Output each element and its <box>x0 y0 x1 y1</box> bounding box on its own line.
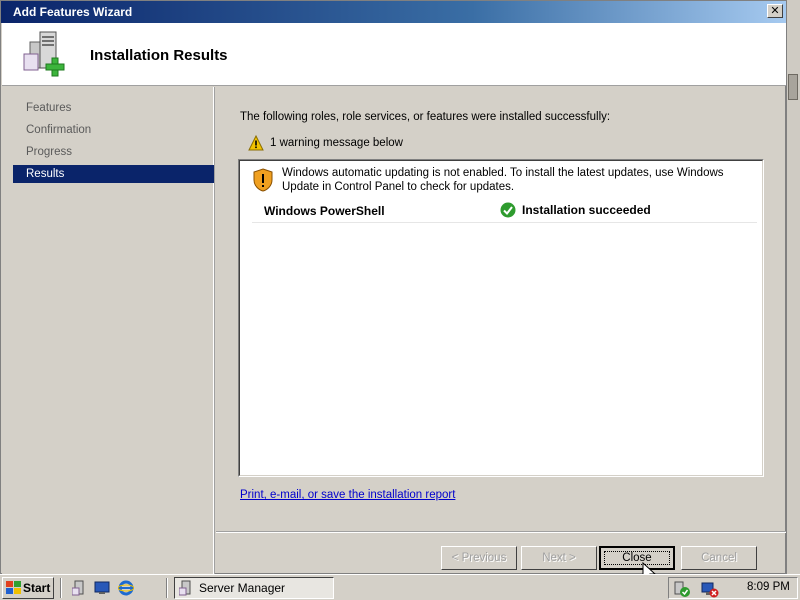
taskbar: Start Server Manager 8:09 PM <box>0 574 800 600</box>
close-button[interactable]: Close <box>599 546 675 570</box>
windows-logo-icon <box>6 581 21 594</box>
start-button[interactable]: Start <box>2 577 54 599</box>
shield-warning-icon <box>253 168 273 192</box>
task-label: Server Manager <box>199 581 286 595</box>
wizard-steps-sidebar: Features Confirmation Progress Results <box>2 87 215 574</box>
success-check-icon <box>500 202 516 218</box>
window-close-button[interactable]: ✕ <box>767 4 783 18</box>
server-manager-quicklaunch-icon[interactable] <box>72 580 88 596</box>
feature-result-row: Windows PowerShell Installation succeede… <box>252 201 757 223</box>
nav-step-confirmation[interactable]: Confirmation <box>13 121 215 139</box>
feature-status: Installation succeeded <box>500 202 651 218</box>
network-tray-icon[interactable] <box>701 580 719 598</box>
next-button[interactable]: Next > <box>521 546 597 570</box>
server-add-icon <box>23 31 65 77</box>
background-scrollbar-thumb[interactable] <box>788 74 798 100</box>
title-bar[interactable]: Add Features Wizard ✕ <box>1 1 786 23</box>
show-desktop-icon[interactable] <box>94 580 110 596</box>
nav-step-results[interactable]: Results <box>13 165 215 183</box>
security-shield-tray-icon[interactable] <box>673 580 691 598</box>
intro-text: The following roles, role services, or f… <box>240 111 611 123</box>
taskbar-server-manager[interactable]: Server Manager <box>174 577 334 599</box>
nav-step-features[interactable]: Features <box>13 99 215 117</box>
taskbar-separator <box>166 578 168 598</box>
results-content: The following roles, role services, or f… <box>216 87 786 532</box>
warning-icon <box>248 135 264 151</box>
warning-message-text: Windows automatic updating is not enable… <box>282 167 724 193</box>
clock[interactable]: 8:09 PM <box>747 581 790 593</box>
wizard-header: Installation Results <box>2 23 786 86</box>
window-title: Add Features Wizard <box>13 5 133 19</box>
sidebar-divider <box>214 87 215 574</box>
warning-summary: 1 warning message below <box>248 135 403 151</box>
feature-status-label: Installation succeeded <box>522 203 651 217</box>
taskbar-separator <box>60 578 62 598</box>
nav-step-progress[interactable]: Progress <box>13 143 215 161</box>
internet-explorer-icon[interactable] <box>118 580 134 596</box>
previous-button[interactable]: < Previous <box>441 546 517 570</box>
installation-report-link[interactable]: Print, e-mail, or save the installation … <box>240 489 455 501</box>
wizard-window: Add Features Wizard ✕ Installation Resul… <box>0 0 786 574</box>
feature-name: Windows PowerShell <box>264 204 385 218</box>
cancel-button[interactable]: Cancel <box>681 546 757 570</box>
warning-summary-text: 1 warning message below <box>270 137 403 149</box>
system-tray: 8:09 PM <box>668 577 798 599</box>
footer-divider <box>216 531 786 533</box>
page-title: Installation Results <box>90 47 228 64</box>
results-panel: Windows automatic updating is not enable… <box>238 159 764 477</box>
server-manager-icon <box>179 580 191 596</box>
start-label: Start <box>23 581 51 595</box>
